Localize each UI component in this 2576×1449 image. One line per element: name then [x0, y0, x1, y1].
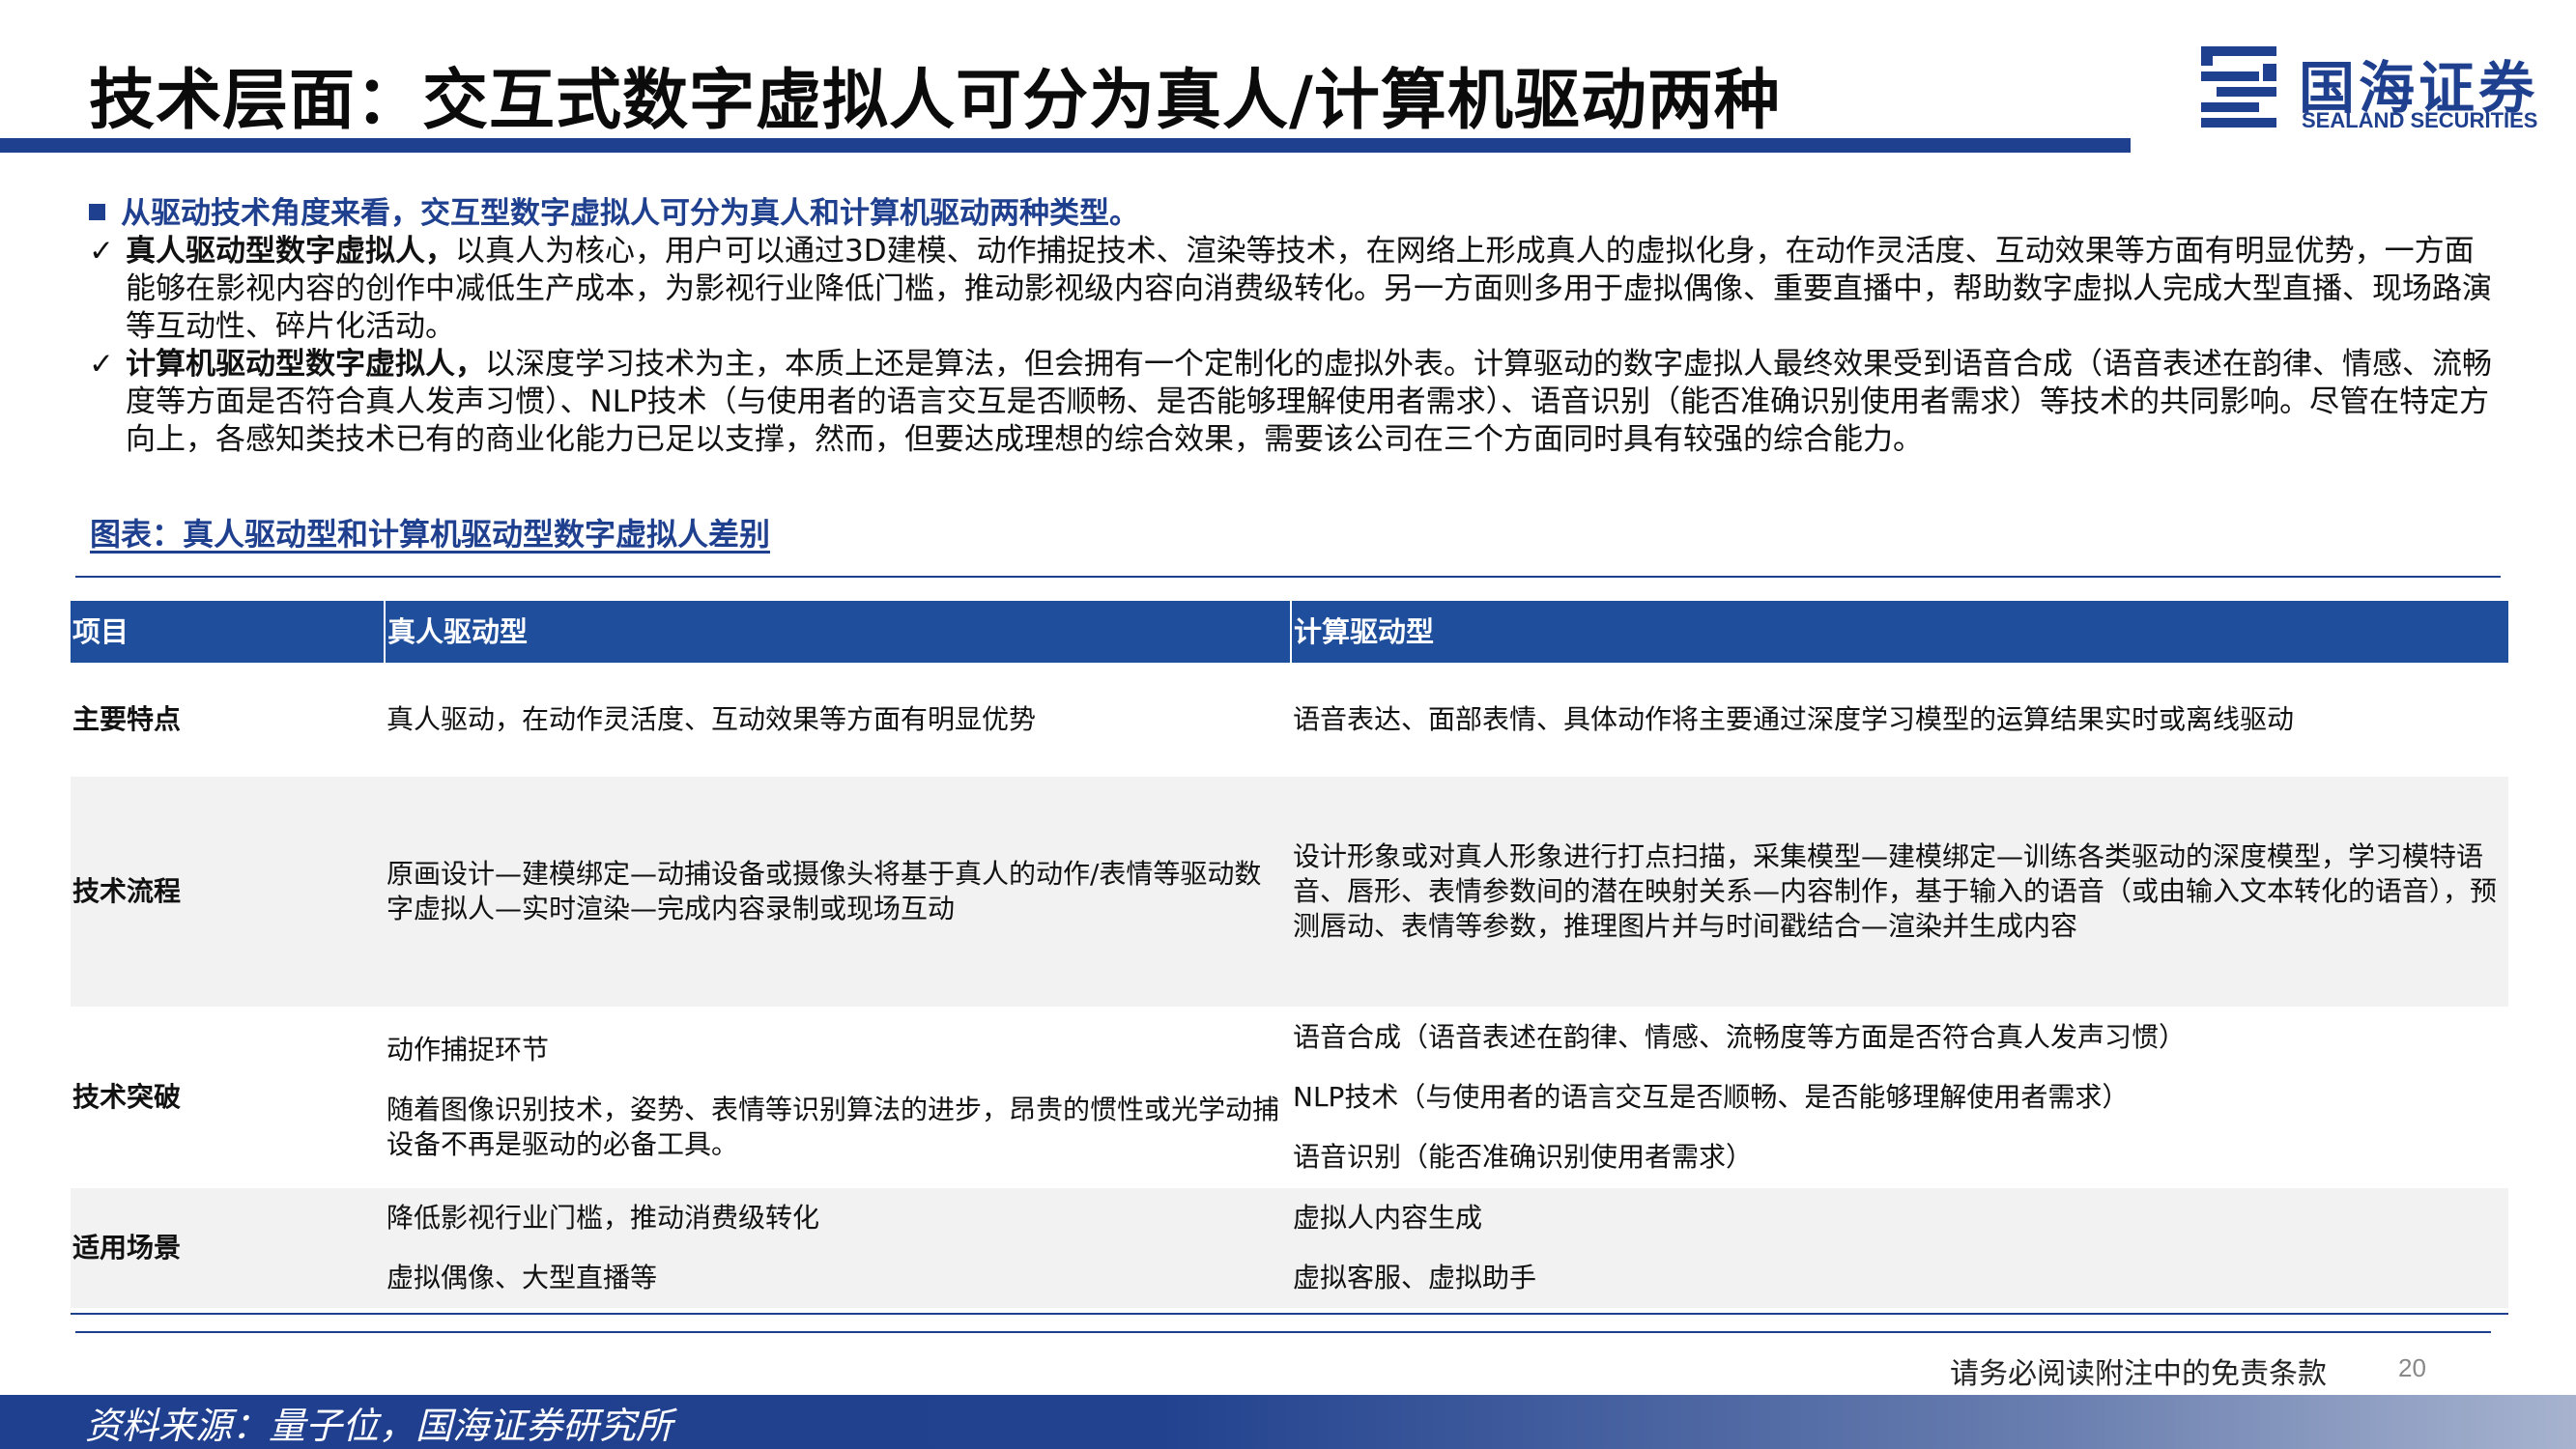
cell-text: 原画设计—建模绑定—动捕设备或摄像头将基于真人的动作/表情等驱动数字虚拟人—实时…	[386, 858, 1262, 924]
header-human-driven: 真人驱动型	[384, 601, 1291, 663]
cell-text: 真人驱动，在动作灵活度、互动效果等方面有明显优势	[386, 703, 1037, 735]
lead-paragraph: 从驱动技术角度来看，交互型数字虚拟人可分为真人和计算机驱动两种类型。	[89, 195, 2495, 233]
bullet-text: 以真人为核心，用户可以通过3D建模、动作捕捉技术、渲染等技术，在网络上形成真人的…	[126, 234, 2492, 344]
cell-text: 虚拟人内容生成	[1293, 1202, 1483, 1234]
table-row: 主要特点 真人驱动，在动作灵活度、互动效果等方面有明显优势 语音表达、面部表情、…	[71, 663, 2508, 777]
computer-cell: 语音表达、面部表情、具体动作将主要通过深度学习模型的运算结果实时或离线驱动	[1291, 663, 2508, 777]
bullet-bold-lead: 真人驱动型数字虚拟人，	[126, 234, 455, 269]
cell-text: NLP技术（与使用者的语言交互是否顺畅、是否能够理解使用者需求）	[1293, 1081, 2130, 1113]
page-number: 20	[2398, 1353, 2426, 1382]
footer-divider	[75, 1331, 2491, 1333]
comparison-table: 项目 真人驱动型 计算驱动型 主要特点 真人驱动，在动作灵活度、互动效果等方面有…	[71, 601, 2508, 1308]
cell-text: 虚拟客服、虚拟助手	[1293, 1262, 1537, 1293]
cell-text: 虚拟偶像、大型直播等	[386, 1262, 658, 1293]
sealand-logo-icon	[2201, 46, 2276, 128]
disclaimer-text: 请务必阅读附注中的免责条款	[1950, 1357, 2327, 1391]
cell-text: 动作捕捉环节	[386, 1034, 550, 1065]
row-label: 适用场景	[71, 1188, 385, 1308]
cell-text: 语音合成（语音表述在韵律、情感、流畅度等方面是否符合真人发声习惯）	[1293, 1021, 2187, 1053]
square-bullet-icon	[89, 204, 105, 220]
cell-text: 随着图像识别技术，姿势、表情等识别算法的进步，昂贵的惯性或光学动捕设备不再是驱动…	[386, 1094, 1280, 1160]
cell-text: 语音表达、面部表情、具体动作将主要通过深度学习模型的运算结果实时或离线驱动	[1293, 703, 2295, 735]
lead-text: 从驱动技术角度来看，交互型数字虚拟人可分为真人和计算机驱动两种类型。	[121, 196, 1139, 231]
computer-cell: 语音合成（语音表述在韵律、情感、流畅度等方面是否符合真人发声习惯） NLP技术（…	[1291, 1007, 2508, 1188]
table-row: 技术突破 动作捕捉环节 随着图像识别技术，姿势、表情等识别算法的进步，昂贵的惯性…	[71, 1007, 2508, 1188]
human-cell: 原画设计—建模绑定—动捕设备或摄像头将基于真人的动作/表情等驱动数字虚拟人—实时…	[385, 777, 1291, 1007]
table-row: 技术流程 原画设计—建模绑定—动捕设备或摄像头将基于真人的动作/表情等驱动数字虚…	[71, 777, 2508, 1007]
table-header-row: 项目 真人驱动型 计算驱动型	[71, 601, 2508, 663]
caption-divider	[75, 576, 2501, 578]
checkmark-icon: ✓	[89, 347, 114, 382]
logo-english-text: SEALAND SECURITIES	[2302, 108, 2538, 132]
row-label: 技术流程	[71, 777, 385, 1007]
page-title: 技术层面：交互式数字虚拟人可分为真人/计算机驱动两种	[89, 63, 1781, 139]
header-computer-driven: 计算驱动型	[1290, 601, 2508, 663]
company-logo: 国海证券 SEALAND SECURITIES	[2199, 43, 2557, 139]
human-cell: 真人驱动，在动作灵活度、互动效果等方面有明显优势	[385, 663, 1291, 777]
human-cell: 动作捕捉环节 随着图像识别技术，姿势、表情等识别算法的进步，昂贵的惯性或光学动捕…	[385, 1007, 1291, 1188]
row-label: 技术突破	[71, 1007, 385, 1188]
header-item: 项目	[71, 601, 385, 663]
table-row: 适用场景 降低影视行业门槛，推动消费级转化 虚拟偶像、大型直播等 虚拟人内容生成…	[71, 1188, 2508, 1308]
source-note: 资料来源：量子位，国海证券研究所	[85, 1405, 673, 1447]
title-divider	[0, 138, 2131, 153]
table-bottom-border	[71, 1313, 2508, 1315]
bullet-bold-lead: 计算机驱动型数字虚拟人，	[126, 347, 485, 382]
checkmark-icon: ✓	[89, 234, 114, 269]
bullet-computer-driven: ✓ 计算机驱动型数字虚拟人，以深度学习技术为主，本质上还是算法，但会拥有一个定制化…	[89, 346, 2495, 459]
table-caption: 图表：真人驱动型和计算机驱动型数字虚拟人差别	[90, 516, 771, 553]
cell-text: 降低影视行业门槛，推动消费级转化	[386, 1202, 820, 1234]
body-text: 从驱动技术角度来看，交互型数字虚拟人可分为真人和计算机驱动两种类型。 ✓ 真人驱动…	[89, 195, 2495, 459]
computer-cell: 设计形象或对真人形象进行打点扫描，采集模型—建模绑定—训练各类驱动的深度模型，学…	[1291, 777, 2508, 1007]
human-cell: 降低影视行业门槛，推动消费级转化 虚拟偶像、大型直播等	[385, 1188, 1291, 1308]
computer-cell: 虚拟人内容生成 虚拟客服、虚拟助手	[1291, 1188, 2508, 1308]
cell-text: 设计形象或对真人形象进行打点扫描，采集模型—建模绑定—训练各类驱动的深度模型，学…	[1293, 840, 2498, 942]
bullet-human-driven: ✓ 真人驱动型数字虚拟人，以真人为核心，用户可以通过3D建模、动作捕捉技术、渲染等…	[89, 233, 2495, 346]
cell-text: 语音识别（能否准确识别使用者需求）	[1293, 1141, 1754, 1173]
row-label: 主要特点	[71, 663, 385, 777]
